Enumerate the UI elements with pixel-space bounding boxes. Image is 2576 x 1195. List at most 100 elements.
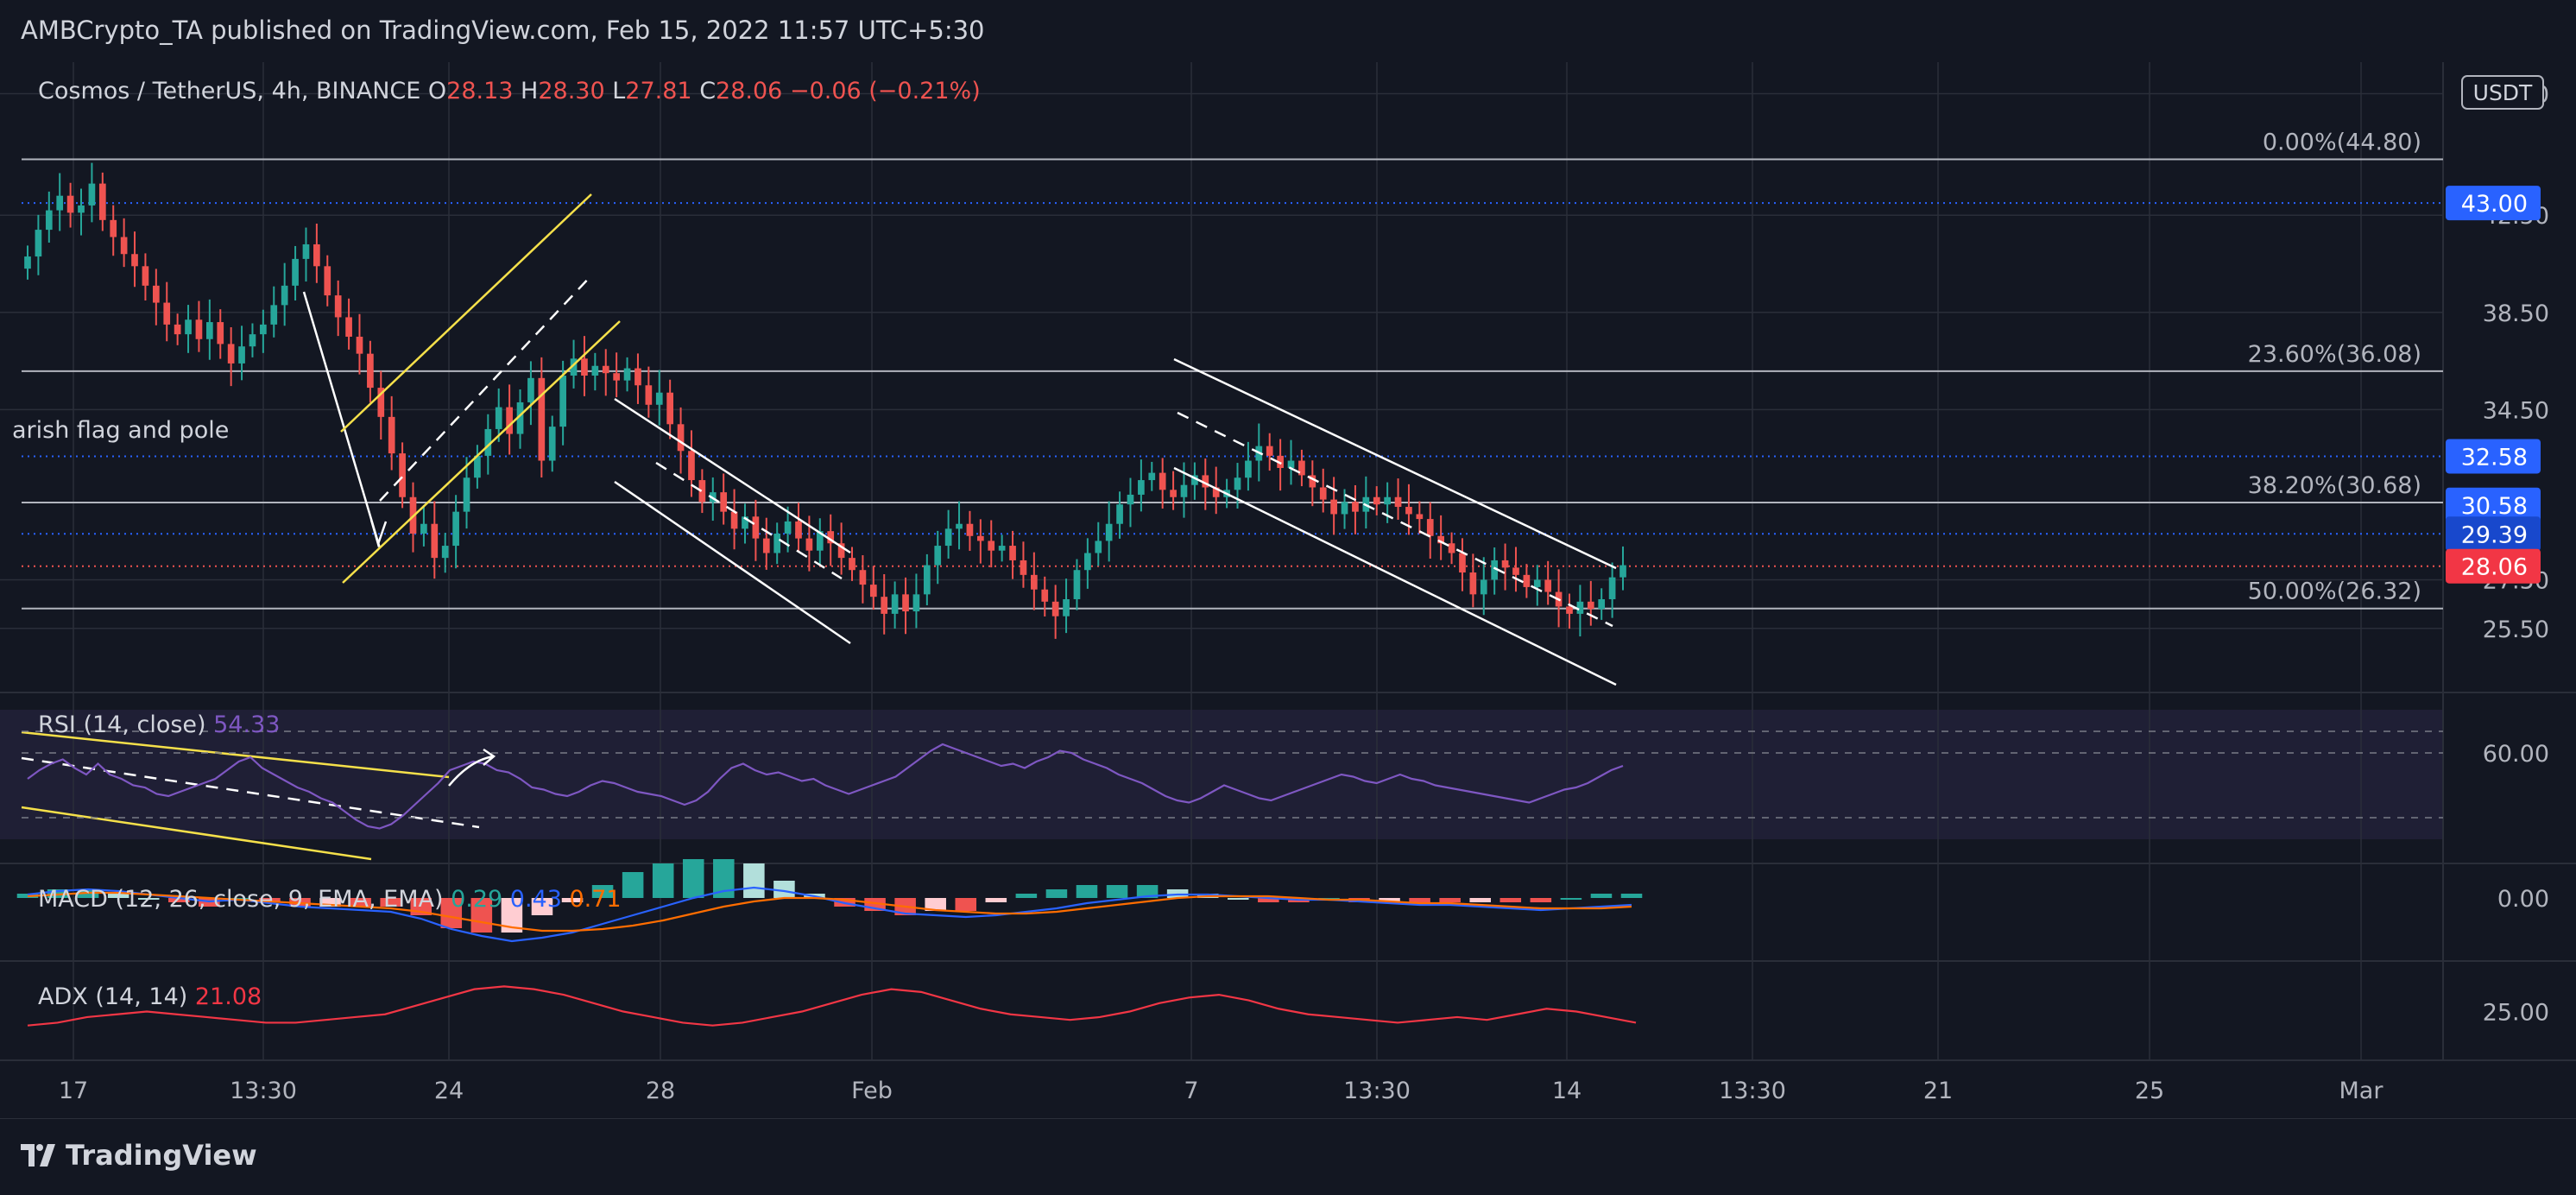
candle-up [249,334,256,347]
candle-down [1330,499,1337,515]
time-axis-label: 13:30 [1343,1078,1411,1104]
candle-down [152,285,160,303]
currency-label: USDT [2473,80,2533,105]
candle-down [1544,579,1552,592]
price-axis[interactable]: 47.5042.5038.5034.5027.5025.50USDT43.003… [2446,75,2549,1027]
candle-down [324,266,331,296]
candle-down [227,344,235,364]
price-tag-label: 29.39 [2461,522,2528,548]
adx-line [27,985,1637,1027]
macd-histogram-bar [1469,898,1491,902]
candle-up [1234,477,1241,490]
candle-down [120,237,128,255]
candle-up [1608,577,1616,599]
tradingview-logo-icon [21,1144,55,1167]
candle-down [1459,553,1466,573]
candle-up [548,427,556,461]
candle-up [420,523,427,534]
macd-histogram-bar [1530,898,1552,902]
candle-up [1105,523,1113,541]
candle-down [195,319,203,339]
price-axis-label: 34.50 [2483,397,2549,424]
macd-histogram-bar [985,898,1007,902]
candle-down [313,243,320,267]
macd-histogram-bar [652,863,674,898]
macd-histogram-bar [1500,898,1522,902]
candle-down [645,385,653,405]
candle-down [66,195,74,213]
macd-histogram-bar [682,859,704,898]
adx-legend: ADX (14, 14) 21.08 [38,983,262,1010]
candle-down [613,373,620,381]
candle-up [281,285,288,306]
time-axis[interactable]: 17 13:30 24 28 Feb 7 13:30 14 13:30 21 25 Mar [59,1078,2384,1104]
candle-down [1041,589,1049,602]
candle-up [206,322,213,339]
chart-area[interactable]: 0.00%(44.80) 23.60%(36.08) 38.20%(30.68) 50… [0,0,2576,1195]
tradingview-logo[interactable]: TradingView [21,1138,257,1173]
candle-down [869,585,877,598]
candle-up [527,377,534,402]
candle-up [185,319,192,335]
candle-down [174,324,181,335]
candle-down [859,570,867,585]
candle-down [1319,487,1327,500]
candle-down [399,453,406,497]
candle-down [345,317,352,337]
footer-bar [0,1119,2576,1195]
candle-up [1063,598,1070,616]
candle-down [805,538,813,551]
candle-down [1394,496,1402,508]
time-axis-label: 7 [1184,1078,1198,1104]
candle-down [752,516,760,539]
rsi-legend: RSI (14, close) 54.33 [38,711,280,738]
candle-down [988,541,995,551]
candle-down [1469,572,1477,595]
rsi-axis-label: 60.00 [2483,741,2549,768]
tradingview-wordmark: TradingView [66,1139,257,1172]
candle-up [1095,541,1102,553]
candle-up [78,205,85,213]
time-axis-label: Mar [2339,1078,2384,1104]
price-tag-label: 32.58 [2461,444,2528,471]
candle-down [1416,514,1424,520]
macd-histogram-bar [1439,898,1461,902]
candle-down [1020,560,1027,575]
candle-down [1405,507,1412,515]
candle-up [1138,480,1145,495]
main-pane-bg [0,62,2443,692]
price-axis-label: 25.50 [2483,616,2549,643]
candle-down [1266,446,1273,456]
candle-down [1587,601,1594,610]
macd-axis-label: 0.00 [2497,886,2549,913]
candle-up [1384,496,1391,505]
adx-pane: ADX (14, 14) 21.08 [27,983,1637,1027]
fib-level-label: 23.60%(36.08) [2248,341,2421,368]
candle-up [784,521,792,534]
candle-down [1566,606,1573,614]
candle-down [506,407,513,434]
candle-up [1619,565,1626,578]
candle-up [1598,598,1606,610]
candle-down [356,336,363,354]
candle-down [730,511,738,529]
adx-axis-label: 25.00 [2483,1000,2549,1027]
candle-down [1373,496,1380,505]
candle-down [966,523,974,536]
time-axis-label: 28 [646,1078,675,1104]
rsi-band [0,710,2443,839]
candle-up [1148,472,1156,481]
price-tag-label: 43.00 [2461,191,2528,218]
candle-down [1159,472,1166,490]
candle-up [591,365,599,376]
candle-up [923,565,931,595]
time-axis-label: Feb [851,1078,893,1104]
candle-down [538,377,546,461]
candle-down [1170,490,1177,497]
macd-histogram-bar [1227,898,1249,900]
macd-histogram-bar [622,872,644,898]
candle-up [1245,460,1252,478]
macd-histogram-bar [1015,894,1038,898]
time-axis-label: 13:30 [230,1078,297,1104]
candle-up [35,230,42,257]
